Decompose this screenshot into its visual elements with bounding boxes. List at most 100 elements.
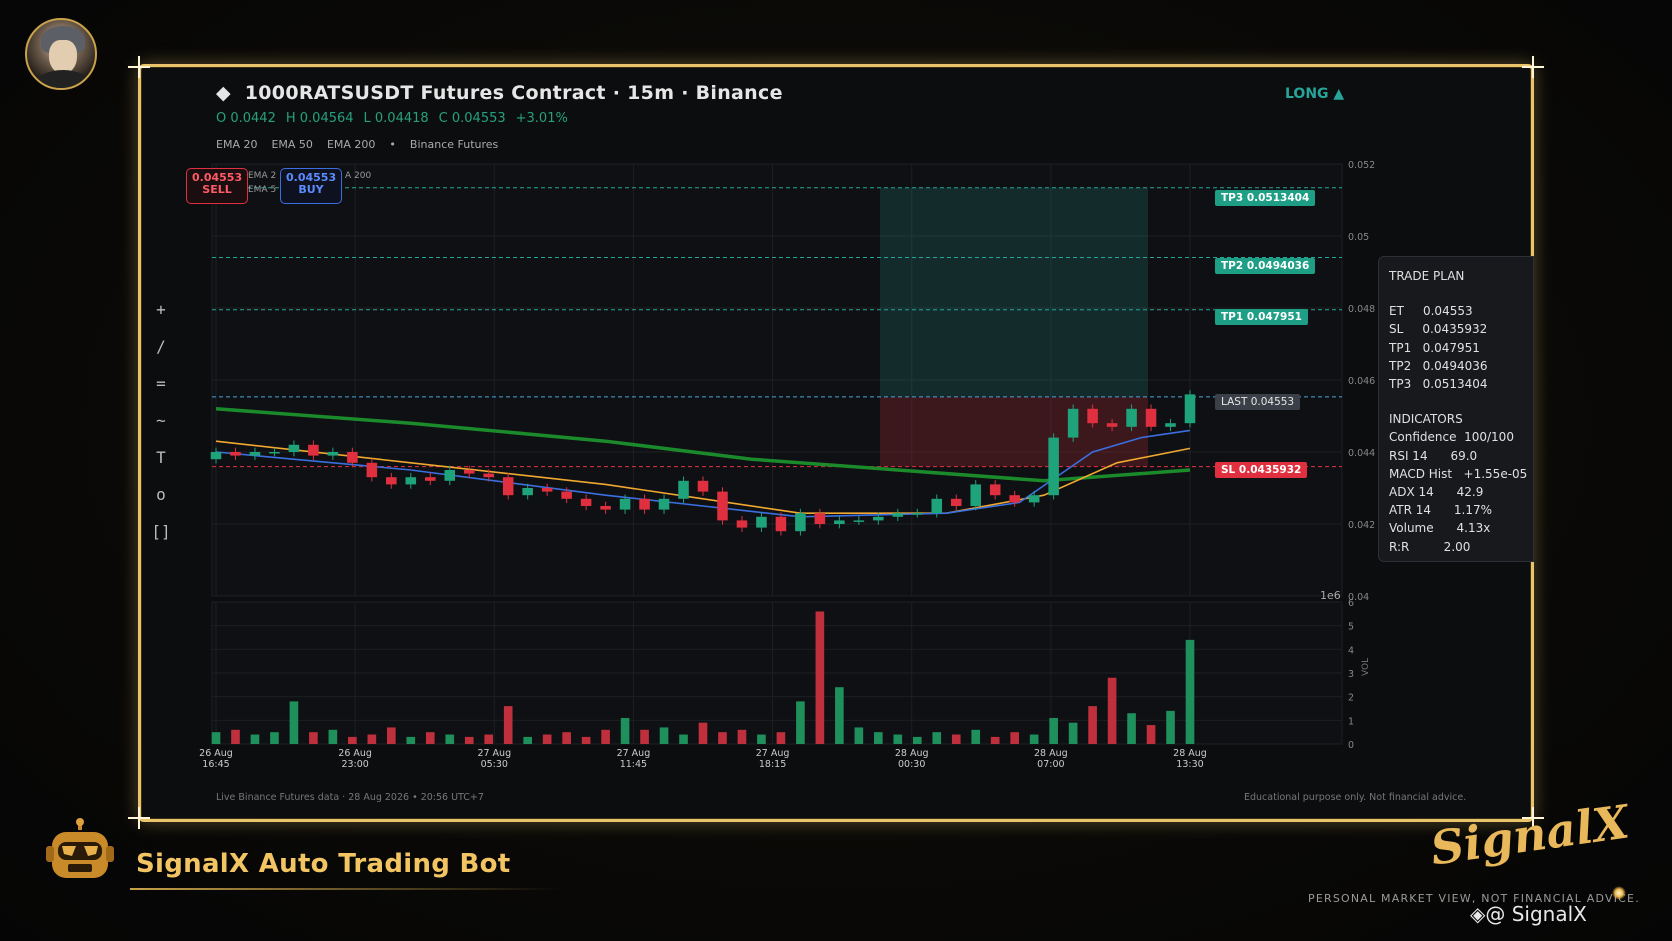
x-tick-label: 07:00 — [1037, 759, 1064, 770]
x-tick-label: 05:30 — [481, 759, 508, 770]
ind-rr: R:R 2.00 — [1389, 539, 1471, 554]
x-tick-label: 28 Aug — [895, 748, 929, 759]
candle-body — [425, 477, 436, 481]
plan-tp2: TP2 0.0494036 — [1389, 358, 1488, 373]
x-tick-label: 28 Aug — [1173, 748, 1207, 759]
disclaimer-note: Educational purpose only. Not financial … — [1244, 792, 1467, 803]
robot-logo-icon — [46, 818, 114, 878]
volume-bar — [1146, 725, 1156, 744]
candle-body — [327, 452, 339, 456]
volume-bar — [387, 727, 396, 744]
x-tick-label: 18:15 — [759, 759, 786, 770]
candle-body — [873, 516, 884, 521]
price-exponent-label: 1e6 — [1320, 589, 1341, 602]
candle-body — [756, 516, 767, 528]
candle-body — [639, 498, 650, 510]
volume-bar — [835, 687, 844, 744]
candle-body — [892, 513, 904, 517]
candle-body — [249, 452, 261, 456]
price-tick-label: 0.052 — [1348, 160, 1375, 171]
volume-bar — [1010, 732, 1019, 744]
bot-brand-name: SignalX Auto Trading Bot — [136, 849, 511, 879]
candle-body — [483, 473, 494, 478]
ind-macd: MACD Hist +1.55e-05 — [1389, 466, 1528, 481]
candle-body — [522, 488, 533, 496]
volume-bar — [815, 611, 825, 744]
candle-body — [1028, 495, 1040, 503]
buy-button[interactable]: 0.04553 BUY — [280, 168, 342, 204]
candle-body — [230, 452, 241, 456]
ind-volume: Volume 4.13x — [1389, 521, 1491, 536]
x-tick-label: 27 Aug — [617, 748, 651, 759]
candle-body — [678, 480, 689, 499]
candle-body — [444, 470, 456, 481]
volume-bar — [503, 706, 513, 744]
ind-atr: ATR 14 1.17% — [1389, 503, 1493, 518]
candle-body — [600, 506, 611, 510]
candle-body — [502, 477, 514, 496]
volume-tick-label: 6 — [1348, 598, 1354, 609]
candle-body — [989, 484, 1001, 496]
candle-body — [717, 491, 728, 521]
volume-bar — [523, 736, 532, 744]
price-tick-label: 0.046 — [1348, 376, 1375, 387]
volume-bar — [640, 729, 649, 744]
volume-bar — [1088, 706, 1097, 744]
volume-bar — [1049, 717, 1058, 744]
volume-bar — [1127, 713, 1136, 744]
x-tick-label: 28 Aug — [1034, 748, 1068, 759]
volume-bar — [1029, 734, 1039, 744]
candle-body — [950, 498, 962, 506]
volume-tick-label: 1 — [1348, 716, 1354, 727]
x-tick-label: 26 Aug — [338, 748, 372, 759]
price-tick-label: 0.048 — [1348, 304, 1375, 315]
candle-body — [463, 470, 475, 474]
social-handle[interactable]: ◈@ SignalX — [1470, 902, 1587, 926]
tp2-label: TP2 0.0494036 — [1215, 258, 1316, 274]
brand-underline — [130, 888, 560, 890]
volume-bar — [425, 732, 435, 744]
buy-label: BUY — [298, 183, 324, 196]
candle-body — [697, 480, 709, 492]
sparkle-icon — [1612, 886, 1626, 900]
volume-bar — [211, 732, 221, 744]
candle-body — [795, 513, 806, 532]
volume-tick-label: 2 — [1348, 693, 1354, 704]
plan-sl: SL 0.0435932 — [1389, 322, 1488, 337]
ind-confidence: Confidence 100/100 — [1389, 430, 1514, 445]
candle-body — [775, 516, 787, 532]
sell-button[interactable]: 0.04553 SELL — [186, 168, 248, 204]
candle-body — [853, 520, 865, 522]
price-tick-label: 0.05 — [1348, 232, 1369, 243]
x-tick-label: 00:30 — [898, 759, 925, 770]
volume-bar — [484, 734, 494, 744]
volume-bar — [854, 727, 864, 744]
volume-bar — [309, 732, 318, 744]
candle-body — [308, 444, 319, 456]
volume-bar — [445, 734, 455, 744]
volume-bar — [737, 729, 747, 744]
tp1-label: TP1 0.047951 — [1215, 309, 1308, 325]
volume-bar — [757, 734, 766, 744]
candle-body — [1067, 408, 1079, 438]
x-tick-label: 27 Aug — [756, 748, 790, 759]
candle-body — [405, 477, 417, 485]
volume-bar — [1107, 677, 1117, 744]
volume-bar — [990, 736, 1000, 744]
volume-bar — [679, 734, 688, 744]
volume-tick-label: 5 — [1348, 622, 1354, 633]
candle-body — [561, 491, 572, 499]
x-tick-label: 27 Aug — [477, 748, 511, 759]
sl-label: SL 0.0435932 — [1215, 462, 1308, 478]
candle-body — [1106, 423, 1118, 427]
candle-body — [736, 520, 748, 528]
volume-bar — [289, 701, 299, 744]
volume-bar — [893, 734, 903, 744]
sell-label: SELL — [202, 183, 232, 196]
price-tick-label: 0.044 — [1348, 448, 1375, 459]
volume-bar — [270, 732, 279, 744]
volume-bar — [367, 734, 377, 744]
volume-bar — [348, 736, 357, 744]
plan-title: TRADE PLAN — [1389, 269, 1465, 283]
volume-tick-label: 4 — [1348, 645, 1354, 656]
